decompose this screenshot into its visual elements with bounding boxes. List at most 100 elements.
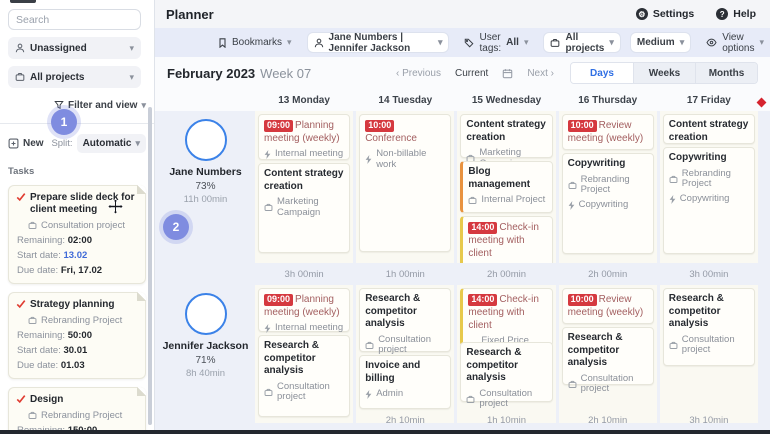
event-card[interactable]: 10:00Conference Non-billable work: [359, 114, 452, 252]
help-button[interactable]: ? Help: [716, 8, 756, 20]
event-type: Non-billable work: [376, 148, 427, 170]
user-tags-dropdown[interactable]: User tags: All ▾: [458, 31, 534, 54]
day-header-wednesday[interactable]: 15 Wednesday: [457, 89, 555, 111]
event-card[interactable]: 10:00 Review meeting (weekly): [561, 114, 654, 150]
tab-days[interactable]: Days: [571, 63, 633, 83]
assignee-filter-label: Unassigned: [30, 42, 87, 54]
task-card[interactable]: Design Rebranding Project Remaining: 150…: [8, 387, 146, 434]
event-card[interactable]: 14:00Check-in meeting with client Fixed …: [460, 216, 553, 263]
cell-jane-monday[interactable]: 09:00 Planning meeting (weekly) Internal …: [255, 111, 354, 263]
task-project: Consultation project: [41, 220, 125, 231]
chevron-down-icon: ▾: [135, 137, 140, 148]
bolt-icon: [365, 155, 372, 165]
new-task-button[interactable]: New: [8, 138, 44, 149]
day-header-thursday[interactable]: 16 Thursday: [559, 89, 657, 111]
briefcase-icon: [468, 196, 477, 205]
cell-jane-wednesday[interactable]: Content strategy creation Marketing Camp…: [457, 111, 556, 263]
settings-button[interactable]: ⚙ Settings: [635, 8, 694, 20]
cell-jennifer-tuesday[interactable]: Research & competitor analysis Consultat…: [356, 285, 455, 423]
plus-square-icon: [8, 138, 19, 149]
projects-filter-value: All projects: [565, 31, 605, 54]
people-filter-dropdown[interactable]: Jane Numbers | Jennifer Jackson ▾: [306, 32, 450, 54]
user-header[interactable]: Jennifer Jackson 71% 8h 40min: [159, 285, 252, 423]
cell-jane-friday[interactable]: Content strategy creation Marketing Camp…: [659, 111, 758, 263]
day-total: 3h 10min: [689, 414, 729, 426]
cell-jennifer-wednesday[interactable]: 14:00 Check-in meeting with client Fixed …: [457, 285, 556, 423]
new-task-label: New: [23, 137, 44, 149]
task-card[interactable]: Research & competitor analysis Consultat…: [460, 342, 553, 409]
event-card[interactable]: 09:00 Planning meeting (weekly) Internal …: [258, 288, 351, 333]
briefcase-icon: [550, 38, 560, 48]
projects-filter-dropdown[interactable]: All projects ▾: [543, 31, 621, 54]
avatar[interactable]: [184, 119, 227, 161]
calendar-month-label: February 2023: [167, 65, 256, 81]
next-button[interactable]: Next ›: [527, 68, 554, 79]
task-card[interactable]: Research & competitor analysis Consultat…: [662, 288, 755, 366]
task-card[interactable]: Copywriting Rebranding Project Copywriti…: [561, 153, 654, 254]
bolt-icon: [264, 149, 271, 159]
due-date-value: Fri, 17.02: [60, 265, 103, 276]
day-header-spacer: [159, 89, 252, 111]
assignee-filter-dropdown[interactable]: Unassigned ▾: [8, 37, 141, 59]
task-card[interactable]: Content strategy creation Marketing Camp…: [460, 114, 553, 169]
day-header-friday[interactable]: 17 Friday: [660, 89, 758, 111]
density-dropdown[interactable]: Medium ▾: [629, 32, 692, 53]
task-card[interactable]: Research & competitor analysis Consultat…: [359, 288, 452, 355]
task-card[interactable]: Strategy planning Rebranding Project Rem…: [8, 292, 146, 379]
task-card[interactable]: Content strategy creation Marketing Camp…: [662, 114, 755, 144]
bookmarks-dropdown[interactable]: Bookmarks ▾: [212, 32, 298, 53]
start-date-label: Start date:: [17, 345, 61, 356]
tab-weeks[interactable]: Weeks: [633, 63, 695, 83]
briefcase-icon: [568, 380, 577, 389]
user-name: Jane Numbers: [169, 166, 242, 178]
event-type: Internal meeting: [275, 148, 344, 159]
tab-months[interactable]: Months: [695, 63, 757, 83]
chevron-down-icon: ▾: [129, 71, 134, 82]
event-card[interactable]: 14:00Check-in meeting with client Fixed …: [460, 288, 553, 346]
day-total: 3h 00min: [689, 268, 729, 280]
event-card[interactable]: 09:00 Planning meeting (weekly) Internal …: [258, 114, 351, 160]
card-project: Consultation project: [378, 333, 431, 356]
card-title: Research & competitor analysis: [466, 347, 522, 383]
briefcase-icon: [28, 411, 37, 420]
task-card[interactable]: Invoice and billing Admin: [359, 355, 452, 409]
briefcase-icon: [28, 316, 37, 325]
previous-button[interactable]: ‹ Previous: [396, 68, 441, 79]
current-button[interactable]: Current: [455, 68, 488, 79]
cell-jennifer-friday[interactable]: Research & competitor analysis Consultat…: [659, 285, 758, 423]
day-header-tuesday[interactable]: 14 Tuesday: [356, 89, 454, 111]
card-title: Copywriting: [567, 158, 626, 169]
cell-jennifer-thursday[interactable]: 10:00 Review meeting (weekly) Research & …: [558, 285, 657, 423]
cell-jane-tuesday[interactable]: 10:00Conference Non-billable work: [356, 111, 455, 263]
sidebar-scrollbar[interactable]: [148, 107, 152, 425]
task-card[interactable]: Blog management Internal Project: [460, 161, 553, 213]
planner-row-jane: Jane Numbers 73% 11h 00min 09:00 Planning…: [159, 111, 758, 263]
task-card[interactable]: Prepare slide deck for client meeting Co…: [8, 185, 146, 284]
time-badge: 10:00: [567, 294, 597, 306]
cell-jane-thursday[interactable]: 10:00 Review meeting (weekly) Copywriting…: [558, 111, 657, 263]
task-card[interactable]: Research & competitor analysis Consultat…: [561, 327, 654, 394]
day-header-monday[interactable]: 13 Monday: [255, 89, 353, 111]
view-options-dropdown[interactable]: View options ▾: [700, 32, 770, 54]
card-title: Research & competitor analysis: [264, 340, 320, 376]
avatar[interactable]: [184, 293, 227, 335]
cell-jennifer-monday[interactable]: 09:00 Planning meeting (weekly) Internal …: [255, 285, 354, 423]
task-card[interactable]: Content strategy creation Marketing Camp…: [258, 163, 351, 253]
help-label: Help: [733, 8, 756, 20]
filter-and-view-button[interactable]: Filter and view ▾: [8, 97, 146, 113]
search-input[interactable]: [8, 9, 141, 30]
task-card[interactable]: Research & competitor analysis Consultat…: [258, 335, 351, 417]
task-card[interactable]: Copywriting Rebranding Project Copywriti…: [662, 147, 755, 254]
card-project: Consultation project: [681, 333, 735, 356]
project-filter-dropdown[interactable]: All projects ▾: [8, 66, 141, 88]
event-card[interactable]: 10:00 Review meeting (weekly): [561, 288, 654, 324]
calendar-icon[interactable]: [502, 68, 513, 79]
user-tags-label: User tags:: [479, 31, 502, 54]
chevron-down-icon: ▾: [609, 37, 614, 47]
split-mode-dropdown[interactable]: Automatic ▾: [76, 133, 146, 153]
user-capacity-percent: 73%: [195, 181, 216, 192]
user-header[interactable]: Jane Numbers 73% 11h 00min: [159, 111, 252, 263]
chevron-down-icon: ▾: [129, 42, 134, 53]
task-project: Rebranding Project: [41, 410, 123, 421]
remaining-label: Remaining:: [17, 330, 66, 341]
